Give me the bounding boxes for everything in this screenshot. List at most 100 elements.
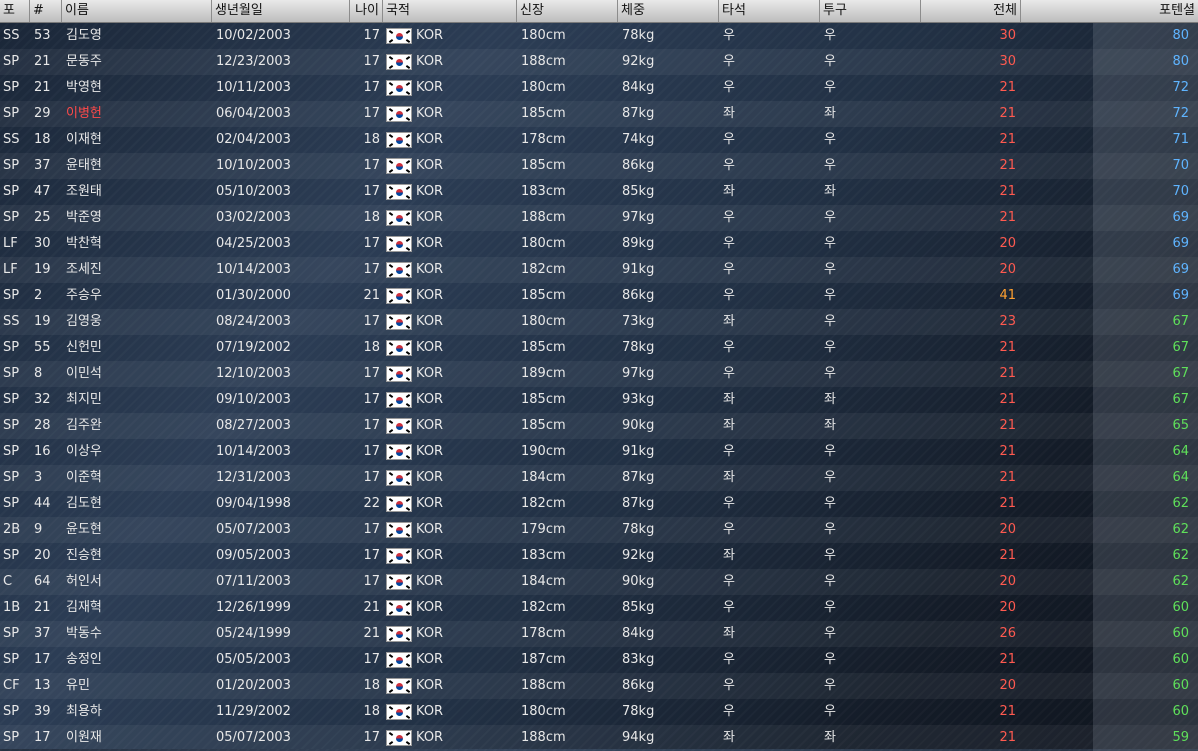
age-cell: 17 — [363, 418, 380, 433]
table-row[interactable]: LF 30 박찬혁 04/25/2003 17 KOR 180cm 89kg 우 우 20 69 — [0, 231, 1198, 257]
table-row[interactable]: SP 37 박동수 05/24/1999 21 KOR 178cm 84kg 좌 우 26 60 — [0, 621, 1198, 647]
table-row[interactable]: CF 13 유민 01/20/2003 18 KOR 188cm 86kg 우 우 20 60 — [0, 673, 1198, 699]
throws-cell: 우 — [824, 340, 836, 355]
table-row[interactable]: 1B 21 김재혁 12/26/1999 21 KOR 182cm 85kg 우 우 20 60 — [0, 595, 1198, 621]
table-row[interactable]: SP 37 윤태현 10/10/2003 17 KOR 185cm 86kg 우 우 21 70 — [0, 153, 1198, 179]
table-row[interactable]: SS 18 이재현 02/04/2003 18 KOR 178cm 74kg 우 우 21 71 — [0, 127, 1198, 153]
column-header-overall[interactable]: 전체 — [921, 0, 1021, 22]
table-row[interactable]: SS 19 김영웅 08/24/2003 17 KOR 180cm 73kg 좌 우 23 67 — [0, 309, 1198, 335]
table-row[interactable]: SP 25 박준영 03/02/2003 18 KOR 188cm 97kg 우 우 21 69 — [0, 205, 1198, 231]
table-row[interactable]: SP 47 조원태 05/10/2003 17 KOR 183cm 85kg 좌 좌 21 70 — [0, 179, 1198, 205]
player-name-cell[interactable]: 이민석 — [66, 361, 210, 387]
player-name-cell[interactable]: 허인서 — [66, 569, 210, 595]
table-row[interactable]: C 64 허인서 07/11/2003 17 KOR 184cm 90kg 우 우 20 62 — [0, 569, 1198, 595]
player-name-cell[interactable]: 진승현 — [66, 543, 210, 569]
weight-cell: 94kg — [622, 730, 655, 745]
bats-cell: 우 — [723, 28, 735, 43]
column-header-throws[interactable]: 투구 — [820, 0, 921, 22]
column-header-height[interactable]: 신장 — [517, 0, 618, 22]
player-name-cell[interactable]: 신헌민 — [66, 335, 210, 361]
player-name-cell[interactable]: 윤태현 — [66, 153, 210, 179]
player-name-cell[interactable]: 김영웅 — [66, 309, 210, 335]
player-name-cell[interactable]: 송정인 — [66, 647, 210, 673]
column-header-nationality[interactable]: 국적 — [383, 0, 517, 22]
column-header-bats[interactable]: 타석 — [719, 0, 820, 22]
column-header-age[interactable]: 나이 — [350, 0, 383, 22]
bats-cell: 우 — [723, 262, 735, 277]
column-header-birthdate[interactable]: 생년월일 — [212, 0, 350, 22]
table-row[interactable]: SP 3 이준혁 12/31/2003 17 KOR 184cm 87kg 좌 우 21 64 — [0, 465, 1198, 491]
player-name-cell[interactable]: 유민 — [66, 673, 210, 699]
table-row[interactable]: SP 17 이원재 05/07/2003 17 KOR 188cm 94kg 좌 좌 21 59 — [0, 725, 1198, 751]
player-name-cell[interactable]: 박영현 — [66, 75, 210, 101]
table-row[interactable]: SS 53 김도영 10/02/2003 17 KOR 180cm 78kg 우 우 30 80 — [0, 23, 1198, 49]
player-name-cell[interactable]: 최지민 — [66, 387, 210, 413]
table-row[interactable]: SP 16 이상우 10/14/2003 17 KOR 190cm 91kg 우 우 21 64 — [0, 439, 1198, 465]
table-row[interactable]: LF 19 조세진 10/14/2003 17 KOR 182cm 91kg 우 우 20 69 — [0, 257, 1198, 283]
table-row[interactable]: SP 20 진승현 09/05/2003 17 KOR 183cm 92kg 좌 우 21 62 — [0, 543, 1198, 569]
height-cell: 185cm — [521, 392, 566, 407]
bats-cell: 좌 — [723, 626, 735, 641]
player-name-cell[interactable]: 이상우 — [66, 439, 210, 465]
table-row[interactable]: SP 39 최용하 11/29/2002 18 KOR 180cm 78kg 우 우 21 60 — [0, 699, 1198, 725]
bats-cell: 우 — [723, 600, 735, 615]
player-name-cell[interactable]: 조원태 — [66, 179, 210, 205]
player-name-cell[interactable]: 박준영 — [66, 205, 210, 231]
column-header-number[interactable]: # — [30, 0, 62, 22]
throws-cell: 좌 — [824, 418, 836, 433]
player-name-cell[interactable]: 김주완 — [66, 413, 210, 439]
potential-rating-cell: 67 — [1172, 366, 1189, 381]
nationality-cell: KOR — [416, 444, 444, 459]
table-row[interactable]: SP 17 송정인 05/05/2003 17 KOR 187cm 83kg 우 우 21 60 — [0, 647, 1198, 673]
table-row[interactable]: SP 55 신헌민 07/19/2002 18 KOR 185cm 78kg 우 우 21 67 — [0, 335, 1198, 361]
nationality-cell: KOR — [416, 470, 444, 485]
player-name-cell[interactable]: 조세진 — [66, 257, 210, 283]
column-header-weight[interactable]: 체중 — [618, 0, 719, 22]
player-name-cell[interactable]: 박찬혁 — [66, 231, 210, 257]
height-cell: 190cm — [521, 444, 566, 459]
player-name-cell[interactable]: 박동수 — [66, 621, 210, 647]
weight-cell: 78kg — [622, 28, 655, 43]
potential-rating-cell: 67 — [1172, 314, 1189, 329]
position-cell: SS — [3, 132, 20, 147]
table-row[interactable]: 2B 9 윤도현 05/07/2003 17 KOR 179cm 78kg 우 우 20 62 — [0, 517, 1198, 543]
age-cell: 17 — [363, 236, 380, 251]
player-name-cell[interactable]: 주승우 — [66, 283, 210, 309]
number-cell: 64 — [34, 574, 51, 589]
bats-cell: 좌 — [723, 392, 735, 407]
table-row[interactable]: SP 29 이병헌 06/04/2003 17 KOR 185cm 87kg 좌 좌 21 72 — [0, 101, 1198, 127]
table-row[interactable]: SP 28 김주완 08/27/2003 17 KOR 185cm 90kg 좌 좌 21 65 — [0, 413, 1198, 439]
position-cell: SP — [3, 496, 20, 511]
table-row[interactable]: SP 44 김도현 09/04/1998 22 KOR 182cm 87kg 우 우 21 62 — [0, 491, 1198, 517]
bats-cell: 좌 — [723, 730, 735, 745]
potential-rating-cell: 65 — [1172, 418, 1189, 433]
table-row[interactable]: SP 2 주승우 01/30/2000 21 KOR 185cm 86kg 우 우 41 69 — [0, 283, 1198, 309]
table-row[interactable]: SP 32 최지민 09/10/2003 17 KOR 185cm 93kg 좌 좌 21 67 — [0, 387, 1198, 413]
column-header-name[interactable]: 이름 — [62, 0, 212, 22]
player-name-cell[interactable]: 이병헌 — [66, 101, 210, 127]
table-row[interactable]: SP 8 이민석 12/10/2003 17 KOR 189cm 97kg 우 우 21 67 — [0, 361, 1198, 387]
age-cell: 17 — [363, 314, 380, 329]
number-cell: 13 — [34, 678, 51, 693]
player-name-cell[interactable]: 문동주 — [66, 49, 210, 75]
player-name-cell[interactable]: 최용하 — [66, 699, 210, 725]
birthdate-cell: 12/10/2003 — [216, 366, 291, 381]
column-header-position[interactable]: 포 — [0, 0, 30, 22]
bats-cell: 우 — [723, 366, 735, 381]
position-cell: SP — [3, 626, 20, 641]
player-name-cell[interactable]: 이원재 — [66, 725, 210, 751]
player-name-cell[interactable]: 김재혁 — [66, 595, 210, 621]
player-name-cell[interactable]: 이준혁 — [66, 465, 210, 491]
player-name-cell[interactable]: 이재현 — [66, 127, 210, 153]
potential-rating-cell: 69 — [1172, 236, 1189, 251]
table-row[interactable]: SP 21 박영현 10/11/2003 17 KOR 180cm 84kg 우 우 21 72 — [0, 75, 1198, 101]
overall-rating-cell: 20 — [999, 262, 1016, 277]
table-row[interactable]: SP 21 문동주 12/23/2003 17 KOR 188cm 92kg 우 우 30 80 — [0, 49, 1198, 75]
column-header-potential[interactable]: 포텐셜 — [1093, 0, 1198, 22]
weight-cell: 90kg — [622, 574, 655, 589]
player-name-cell[interactable]: 김도현 — [66, 491, 210, 517]
height-cell: 184cm — [521, 574, 566, 589]
player-name-cell[interactable]: 김도영 — [66, 23, 210, 49]
player-name-cell[interactable]: 윤도현 — [66, 517, 210, 543]
potential-rating-cell: 60 — [1172, 600, 1189, 615]
